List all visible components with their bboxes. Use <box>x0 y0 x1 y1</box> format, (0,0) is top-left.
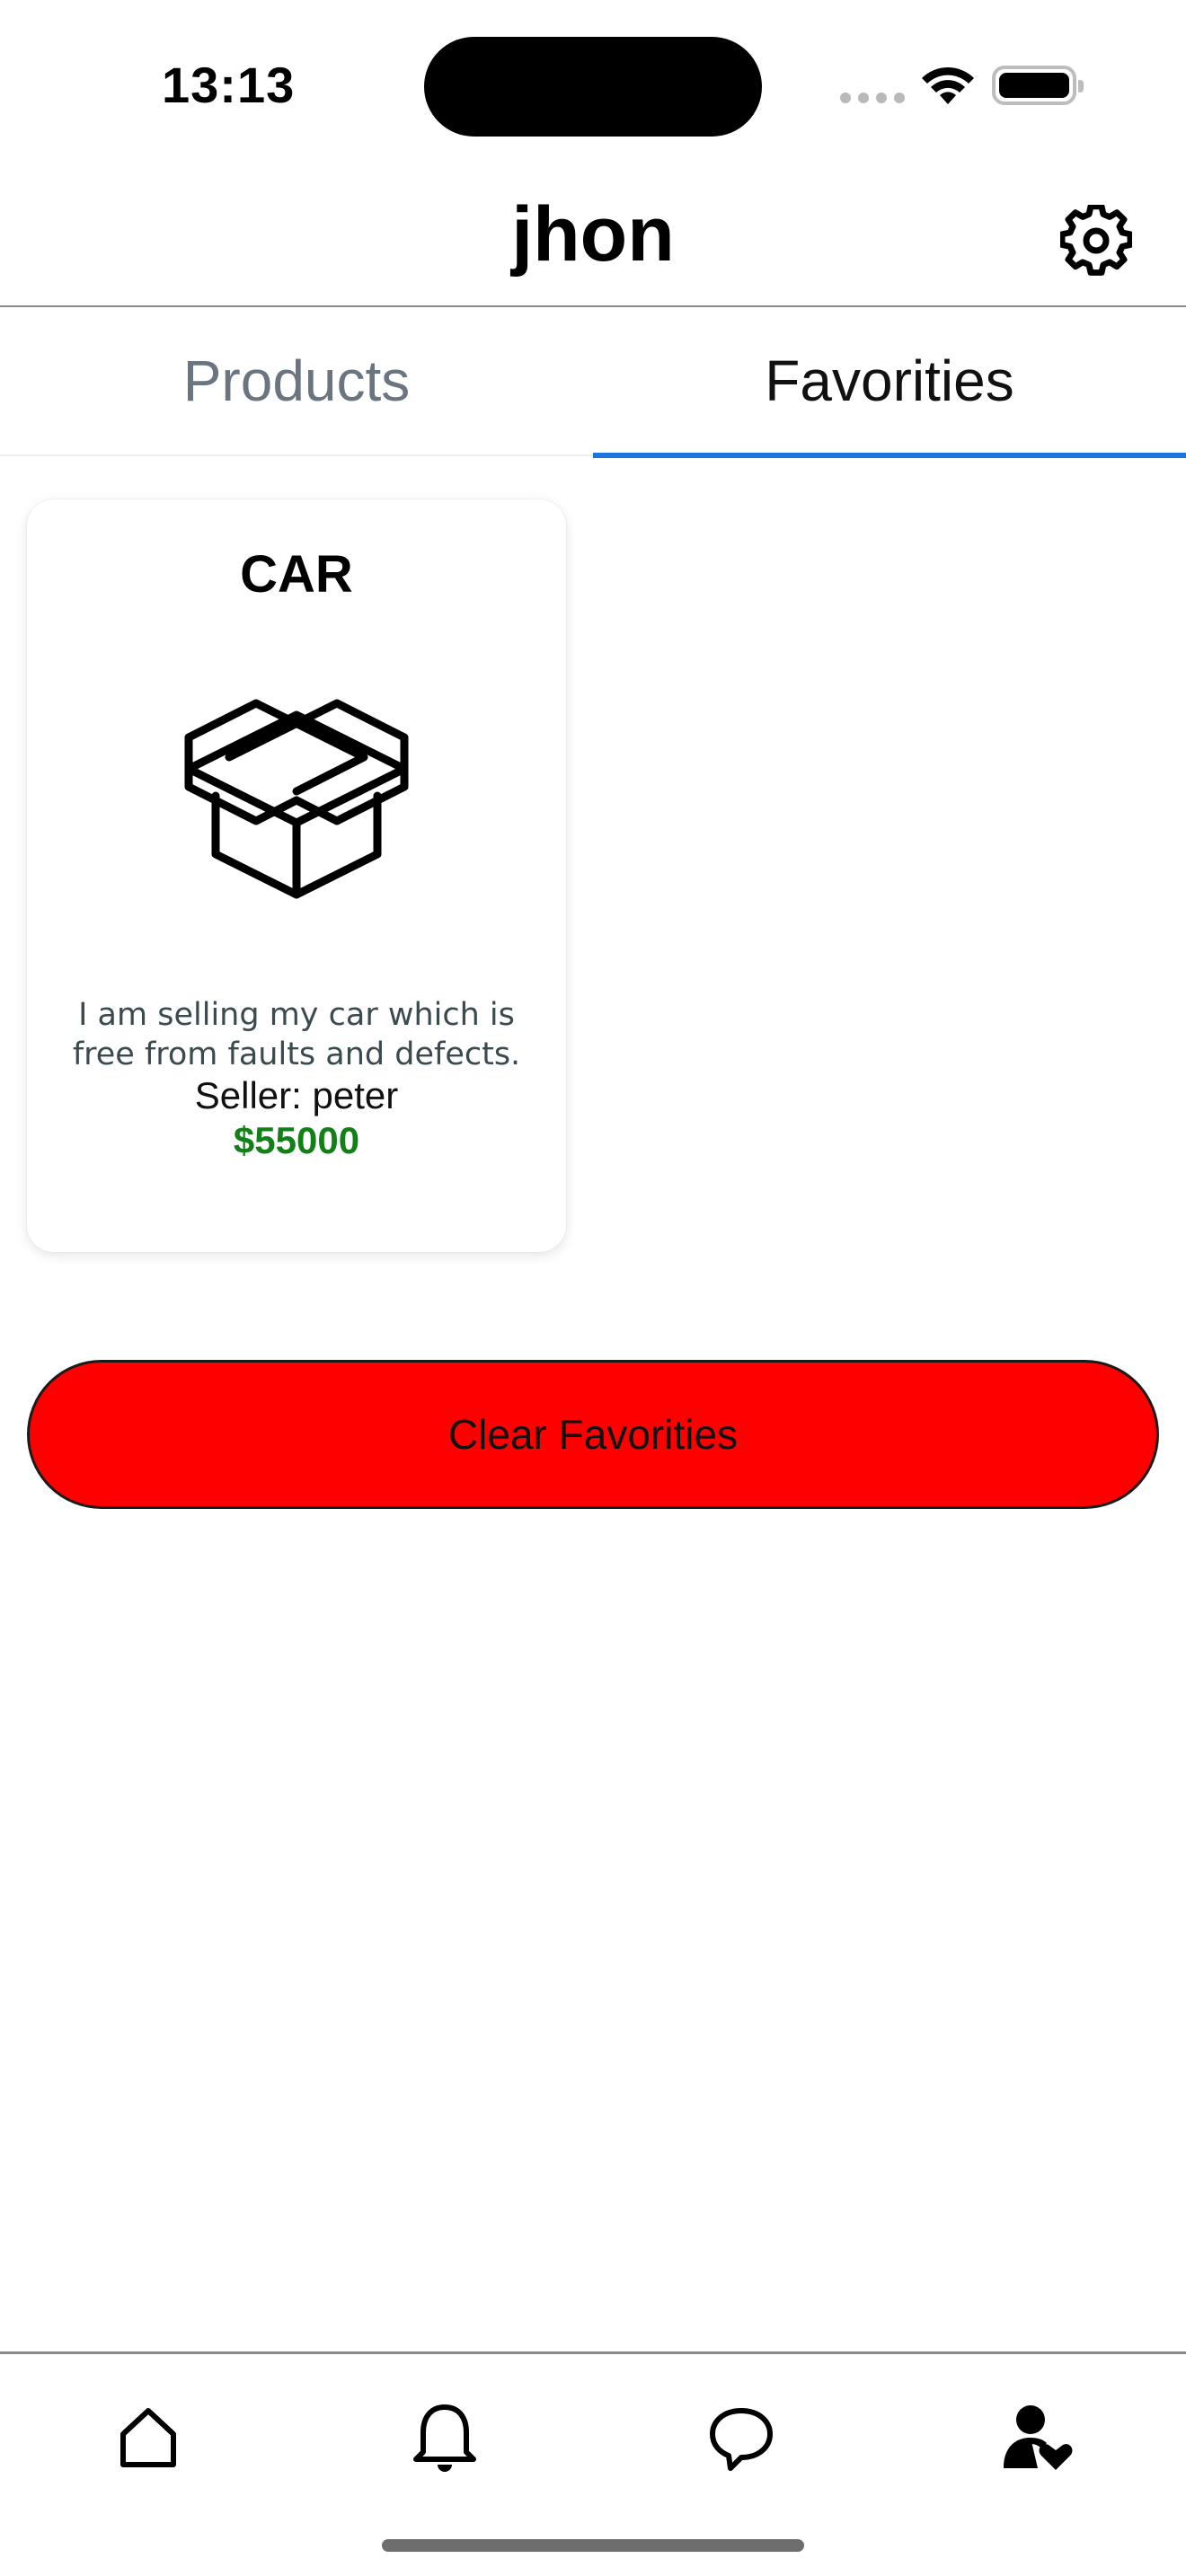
box-icon <box>184 699 409 899</box>
home-indicator[interactable] <box>382 2539 804 2552</box>
tab-products[interactable]: Products <box>0 307 593 454</box>
gear-icon[interactable] <box>1060 205 1132 277</box>
product-description: I am selling my car which is free from f… <box>72 997 521 1072</box>
battery-icon <box>992 66 1084 105</box>
profile-favorites-icon <box>1004 2405 1073 2470</box>
profile-tabs: Products Favorities <box>0 307 1186 458</box>
tab-favorites[interactable]: Favorities <box>593 307 1186 458</box>
profile-header: jhon <box>0 171 1186 307</box>
nav-notifications[interactable] <box>404 2397 485 2478</box>
chat-icon <box>710 2408 773 2471</box>
status-time: 13:13 <box>162 57 296 113</box>
app-screen: 13:13 jhon Products Favorities CAR I am … <box>0 0 1186 2576</box>
status-bar: 13:13 <box>0 0 1186 171</box>
favorite-product-card[interactable]: CAR I am selling my car which is free fr… <box>27 499 566 1252</box>
tab-products-label: Products <box>182 348 411 413</box>
page-title: jhon <box>511 191 675 278</box>
product-price: $55000 <box>233 1119 360 1161</box>
nav-home[interactable] <box>108 2397 189 2478</box>
tab-favorites-label: Favorities <box>765 348 1014 413</box>
bell-icon <box>413 2404 476 2472</box>
dynamic-island <box>424 37 762 137</box>
nav-profile-favorites[interactable] <box>997 2397 1078 2478</box>
home-icon <box>120 2408 176 2467</box>
nav-messages[interactable] <box>701 2397 782 2478</box>
signal-icon <box>840 93 905 103</box>
product-seller: Seller: peter <box>194 1074 399 1116</box>
wifi-icon <box>922 66 974 104</box>
clear-favorites-button[interactable]: Clear Favorities <box>27 1360 1159 1509</box>
product-title: CAR <box>240 545 353 604</box>
active-tab-indicator <box>593 453 1186 458</box>
